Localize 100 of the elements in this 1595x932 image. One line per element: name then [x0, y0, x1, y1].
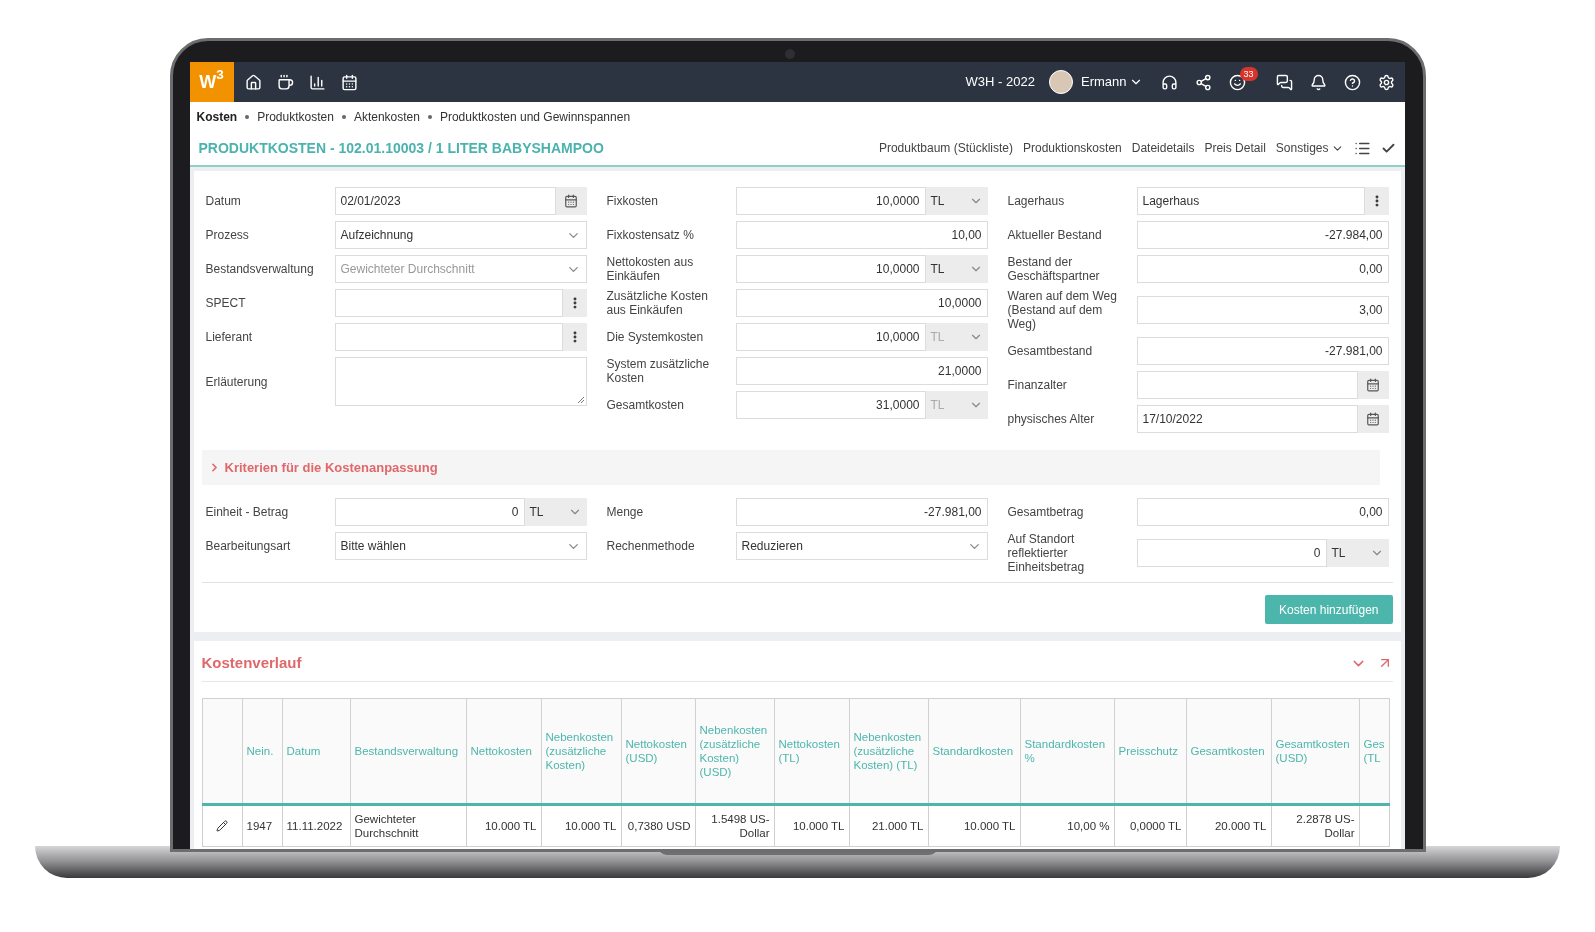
bar-chart-icon[interactable]: [308, 73, 326, 91]
field-label: Bearbeitungsart: [205, 539, 292, 553]
bullet-icon: [245, 114, 250, 119]
number-field[interactable]: 0,00: [1136, 498, 1389, 526]
field-label: Prozess: [205, 228, 250, 242]
table-cell: 10.000 TL: [774, 804, 849, 846]
field-label: Lagerhaus: [1007, 194, 1066, 208]
section-title: Kostenverlauf: [201, 653, 302, 673]
bell-icon[interactable]: [1309, 73, 1327, 91]
chat-icon[interactable]: [1275, 73, 1293, 91]
field-label: Finanzalter: [1007, 378, 1068, 392]
breadcrumb-link[interactable]: Aktenkosten: [353, 107, 420, 126]
field-label: Auf Standort reflektierter Einheitsbetrag: [1007, 532, 1086, 574]
field-label: Gesamtbetrag: [1007, 505, 1085, 519]
settings-icon[interactable]: [1377, 73, 1395, 91]
number-field[interactable]: 10,0000: [735, 289, 988, 317]
field-label: SPECT: [205, 296, 247, 310]
breadcrumb-link[interactable]: Produktkosten und Gewinnspannen: [439, 107, 631, 126]
table-cell: 11.11.2022: [282, 804, 350, 846]
lookup-field[interactable]: Lagerhaus: [1136, 187, 1365, 215]
field-label: Bestandsverwaltung: [205, 262, 315, 276]
number-field[interactable]: 21,0000: [735, 357, 988, 385]
page-title: PRODUKTKOSTEN - 102.01.10003 / 1 LITER BABYSHAMPOO: [198, 138, 604, 158]
number-field[interactable]: 0,00: [1136, 255, 1389, 283]
home-icon[interactable]: [244, 73, 262, 91]
field-label: physisches Alter: [1007, 412, 1096, 426]
share-icon[interactable]: [1194, 73, 1212, 91]
field-label: Zusätzliche Kosten aus Einkäufen: [606, 289, 709, 317]
calendar-icon[interactable]: [340, 73, 358, 91]
field-label: Waren auf dem Weg (Bestand auf dem Weg): [1007, 289, 1118, 331]
table-cell: 10.000 TL: [466, 804, 541, 846]
field-label: Rechenmethode: [606, 539, 696, 553]
field-label: Bestand der Geschäftspartner: [1007, 255, 1101, 283]
notification-badge: 33: [1239, 66, 1258, 81]
resize-grip-icon: [576, 396, 584, 403]
field-label: Fixkosten: [606, 194, 659, 208]
breadcrumb-link[interactable]: Kosten: [196, 107, 238, 126]
unit-select[interactable]: TL: [925, 255, 988, 283]
field-label: Lieferant: [205, 330, 254, 344]
table-cell: 1.5498 US-Dollar: [695, 804, 774, 846]
textarea-field[interactable]: [334, 357, 587, 406]
calendar-icon: [564, 194, 578, 208]
avatar[interactable]: [1048, 70, 1073, 94]
number-field[interactable]: 3,00: [1136, 296, 1389, 324]
dropdown-menu[interactable]: Sonstiges: [1275, 139, 1344, 157]
number-field[interactable]: -27.981,00: [735, 498, 988, 526]
calendar-icon: [1366, 412, 1380, 426]
header-link[interactable]: Preis Detail: [1204, 139, 1266, 157]
number-field[interactable]: 0: [1136, 539, 1327, 567]
field-label: Aktueller Bestand: [1007, 228, 1103, 242]
table-cell: 2.2878 US-Dollar: [1271, 804, 1359, 846]
table-cell: 10.000 TL: [928, 804, 1020, 846]
calendar-button[interactable]: [1357, 405, 1389, 433]
field-label: Datum: [205, 194, 242, 208]
bullet-icon: [427, 114, 432, 119]
select-field[interactable]: Reduzieren: [735, 532, 988, 560]
field-label: Die Systemkosten: [606, 330, 705, 344]
breadcrumb-link[interactable]: Produktkosten: [257, 107, 334, 126]
table-cell: Gewichteter Durchschnitt: [350, 804, 466, 846]
unit-select[interactable]: TL: [925, 187, 988, 215]
number-field[interactable]: -27.981,00: [1136, 337, 1389, 365]
field-label: Fixkostensatz %: [606, 228, 695, 242]
header-link[interactable]: Produktbaum (Stückliste): [878, 139, 1013, 157]
cup-icon[interactable]: [276, 73, 294, 91]
table-cell: 0,7380 USD: [621, 804, 695, 846]
lookup-field[interactable]: [334, 289, 563, 317]
table-cell: 20.000 TL: [1186, 804, 1271, 846]
table-cell: 1947: [242, 804, 282, 846]
user-menu[interactable]: Ermann: [1080, 72, 1143, 92]
select-field[interactable]: Aufzeichnung: [334, 221, 587, 249]
bullet-icon: [341, 114, 346, 119]
field-label: Gesamtkosten: [606, 398, 685, 412]
lookup-field[interactable]: [334, 323, 563, 351]
table-cell: 0,0000 TL: [1114, 804, 1186, 846]
unit-select[interactable]: TL: [524, 498, 587, 526]
number-field[interactable]: -27.984,00: [1136, 221, 1389, 249]
number-field[interactable]: 10,0000: [735, 255, 926, 283]
help-icon[interactable]: [1343, 73, 1361, 91]
date-field[interactable]: 02/01/2023: [334, 187, 556, 215]
calendar-button[interactable]: [555, 187, 587, 215]
edit-icon[interactable]: [216, 819, 228, 832]
table-cell: 10,00 %: [1020, 804, 1114, 846]
date-field[interactable]: [1136, 371, 1358, 399]
number-field[interactable]: 0: [334, 498, 525, 526]
table-cell: [1359, 804, 1390, 846]
table-cell: 10.000 TL: [541, 804, 621, 846]
field-label: Einheit - Betrag: [205, 505, 290, 519]
field-label: Gesamtbestand: [1007, 344, 1094, 358]
smiley-icon[interactable]: [1228, 73, 1246, 91]
calendar-button[interactable]: [1357, 371, 1389, 399]
date-field[interactable]: 17/10/2022: [1136, 405, 1358, 433]
header-link[interactable]: Dateidetails: [1131, 139, 1195, 157]
header-link[interactable]: Produktionskosten: [1023, 139, 1122, 157]
headset-icon[interactable]: [1160, 73, 1178, 91]
company-selector[interactable]: W3H - 2022: [965, 72, 1035, 92]
number-field[interactable]: 10,00: [735, 221, 988, 249]
unit-select[interactable]: TL: [1326, 539, 1389, 567]
field-label: Menge: [606, 505, 645, 519]
number-field[interactable]: 10,0000: [735, 187, 926, 215]
select-field[interactable]: Bitte wählen: [334, 532, 587, 560]
